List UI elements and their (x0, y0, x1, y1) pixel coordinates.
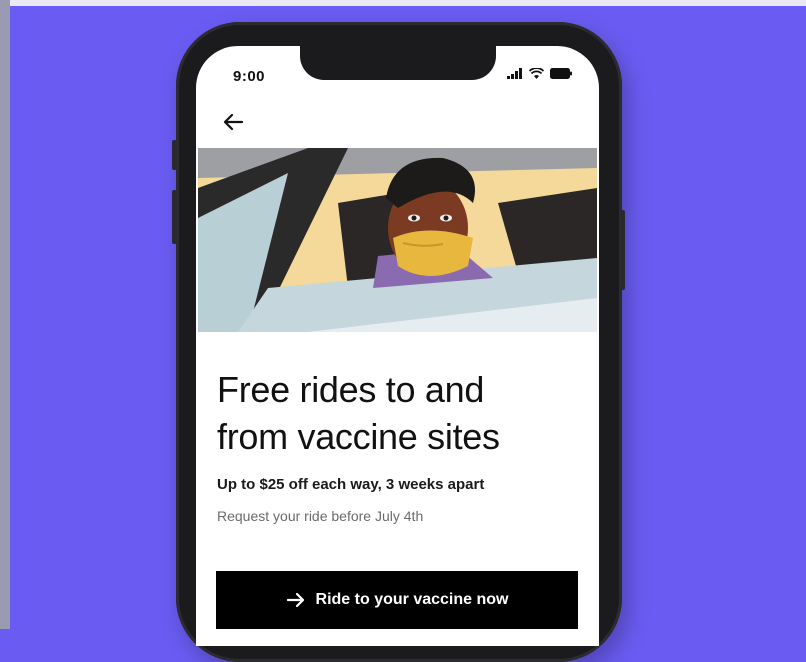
status-time: 9:00 (233, 68, 266, 85)
phone-notch (300, 46, 496, 80)
phone-side-button (172, 140, 177, 170)
cta-label: Ride to your vaccine now (315, 591, 509, 608)
arrow-right-icon (286, 592, 304, 608)
phone-screen (196, 46, 599, 646)
page-title: Free rides to and from vaccine sites (217, 369, 500, 457)
hero-illustration (198, 148, 597, 332)
signal-icon (507, 68, 522, 79)
wifi-icon (529, 68, 544, 79)
ride-to-vaccine-button[interactable]: Ride to your vaccine now (216, 571, 578, 629)
phone-volume-button (172, 190, 177, 244)
background-top-strip (0, 0, 806, 6)
battery-icon (550, 68, 572, 79)
background-left-strip (0, 0, 10, 629)
offer-subtitle: Up to $25 off each way, 3 weeks apart (217, 476, 485, 493)
deadline-note: Request your ride before July 4th (217, 508, 424, 524)
phone-power-button (620, 210, 625, 290)
status-icons (507, 68, 572, 79)
back-arrow-icon[interactable] (222, 110, 248, 134)
